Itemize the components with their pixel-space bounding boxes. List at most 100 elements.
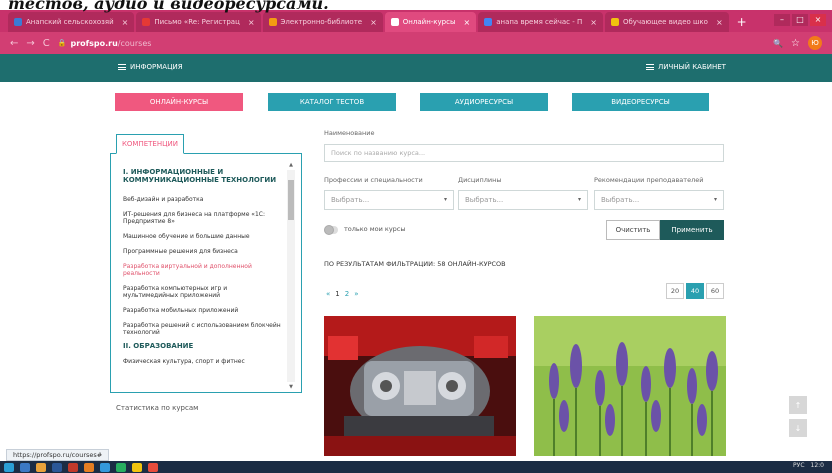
- taskbar-app-icon[interactable]: [36, 462, 46, 472]
- language-indicator[interactable]: РУС: [793, 462, 804, 469]
- taskbar-app-icon[interactable]: [116, 462, 126, 472]
- taskbar-app-icon[interactable]: [84, 462, 94, 472]
- url-domain: profspo.ru: [70, 38, 118, 48]
- tab-favicon-icon: [268, 18, 277, 26]
- address-actions: 🔍 ☆ Ю: [773, 36, 822, 50]
- taskbar-app-icon[interactable]: [68, 462, 78, 472]
- per-page-selector: 20 40 60: [666, 283, 724, 299]
- tab-label: Анапский сельскохозяй: [26, 18, 114, 26]
- scroll-top-button[interactable]: ↑: [789, 396, 807, 414]
- tab-favicon-icon: [390, 18, 399, 26]
- competency-item[interactable]: Разработка мобильных приложений: [123, 307, 283, 314]
- professions-select[interactable]: Выбрать... ▾: [324, 190, 454, 210]
- competency-item[interactable]: Физическая культура, спорт и фитнес: [123, 358, 283, 365]
- nav-test-catalog[interactable]: КАТАЛОГ ТЕСТОВ: [268, 93, 396, 111]
- tab-close-icon[interactable]: ×: [248, 18, 255, 27]
- page-1[interactable]: 1: [335, 290, 339, 298]
- new-tab-button[interactable]: +: [731, 12, 753, 32]
- forward-button[interactable]: →: [26, 38, 34, 49]
- competency-item[interactable]: Разработка виртуальной и дополненной реа…: [123, 263, 283, 277]
- browser-tab[interactable]: Электронно-библиоте ×: [262, 12, 383, 32]
- tab-label: Обучающее видео шко: [622, 18, 708, 26]
- clock: 12:0: [810, 462, 824, 469]
- competency-item[interactable]: Разработка компьютерных игр и мультимеди…: [123, 285, 283, 299]
- tab-competencies[interactable]: КОМПЕТЕНЦИИ: [116, 134, 184, 154]
- competency-item[interactable]: ИТ-решения для бизнеса на платформе «1С:…: [123, 211, 283, 225]
- tab-label: Онлайн-курсы: [402, 18, 456, 26]
- next-page-button[interactable]: »: [354, 290, 358, 298]
- profile-avatar[interactable]: Ю: [808, 36, 822, 50]
- taskbar-app-icon[interactable]: [148, 462, 158, 472]
- nav-video[interactable]: ВИДЕОРЕСУРСЫ: [572, 93, 709, 111]
- star-icon[interactable]: ☆: [791, 38, 800, 49]
- competency-item[interactable]: Программные решения для бизнеса: [123, 248, 283, 255]
- apply-button[interactable]: Применить: [660, 220, 724, 240]
- nav-audio[interactable]: АУДИОРЕСУРСЫ: [420, 93, 548, 111]
- results-count: ПО РЕЗУЛЬТАТАМ ФИЛЬТРАЦИИ: 58 ОНЛАЙН-КУР…: [324, 260, 506, 268]
- tab-favicon-icon: [484, 18, 493, 26]
- scrollbar-thumb[interactable]: [288, 180, 294, 220]
- professions-label: Профессии и специальности: [324, 176, 423, 184]
- browser-tab[interactable]: Письмо «Re: Регистрац ×: [136, 12, 261, 32]
- disciplines-select-value: Выбрать...: [465, 196, 504, 204]
- tab-close-icon[interactable]: ×: [122, 18, 129, 27]
- chevron-down-icon: ▾: [443, 196, 447, 203]
- recommendations-select-value: Выбрать...: [601, 196, 640, 204]
- tab-close-icon[interactable]: ×: [716, 18, 723, 27]
- close-window-button[interactable]: ×: [810, 14, 826, 26]
- professions-select-value: Выбрать...: [331, 196, 370, 204]
- browser-tab[interactable]: Онлайн-курсы ×: [384, 12, 477, 32]
- competency-item[interactable]: Разработка решений с использованием блок…: [123, 322, 283, 336]
- scroll-down-arrow-icon[interactable]: ▼: [287, 384, 295, 390]
- per-page-40[interactable]: 40: [686, 283, 704, 299]
- url-field[interactable]: 🔒 profspo.ru/courses: [58, 39, 152, 48]
- tab-close-icon[interactable]: ×: [370, 18, 377, 27]
- course-card-image-lavender[interactable]: [534, 316, 726, 456]
- per-page-60[interactable]: 60: [706, 283, 724, 299]
- taskbar-app-icon[interactable]: [52, 462, 62, 472]
- tab-close-icon[interactable]: ×: [464, 18, 471, 27]
- sidebar-scrollbar[interactable]: ▲ ▼: [287, 162, 295, 390]
- competency-item[interactable]: Веб-дизайн и разработка: [123, 196, 283, 203]
- minimize-button[interactable]: –: [774, 14, 790, 26]
- maximize-button[interactable]: □: [792, 14, 808, 26]
- course-card-image-engine[interactable]: [324, 316, 516, 456]
- system-tray: РУС 12:0: [793, 462, 824, 469]
- nav-online-courses[interactable]: ОНЛАЙН-КУРСЫ: [115, 93, 243, 111]
- prev-page-button[interactable]: «: [326, 290, 330, 298]
- browser-tab[interactable]: Анапский сельскохозяй ×: [8, 12, 135, 32]
- disciplines-select[interactable]: Выбрать... ▾: [458, 190, 588, 210]
- recommendations-select[interactable]: Выбрать... ▾: [594, 190, 724, 210]
- back-button[interactable]: ←: [10, 38, 18, 49]
- stats-link[interactable]: Статистика по курсам: [116, 404, 198, 412]
- status-url: https://profspo.ru/courses#: [6, 449, 110, 461]
- clear-button[interactable]: Очистить: [606, 220, 660, 240]
- search-icon[interactable]: 🔍: [773, 39, 783, 48]
- taskbar-app-icon[interactable]: [20, 462, 30, 472]
- scroll-up-arrow-icon[interactable]: ▲: [287, 162, 295, 168]
- scroll-bottom-button[interactable]: ↓: [789, 419, 807, 437]
- hamburger-icon: [646, 64, 654, 70]
- engine-image: [324, 316, 516, 456]
- recommendations-label: Рекомендации преподавателей: [594, 176, 704, 184]
- tab-favicon-icon: [14, 18, 22, 26]
- per-page-20[interactable]: 20: [666, 283, 684, 299]
- start-icon[interactable]: [4, 462, 14, 472]
- address-bar: ← → C 🔒 profspo.ru/courses 🔍 ☆ Ю: [0, 32, 832, 54]
- competency-item[interactable]: Машинное обучение и большие данные: [123, 233, 283, 240]
- page-2[interactable]: 2: [345, 290, 349, 298]
- taskbar-app-icon[interactable]: [132, 462, 142, 472]
- url-path: /courses: [117, 38, 152, 48]
- browser-tab[interactable]: Обучающее видео шко ×: [604, 12, 729, 32]
- info-menu-button[interactable]: ИНФОРМАЦИЯ: [118, 63, 183, 71]
- course-search-input[interactable]: Поиск по названию курса...: [324, 144, 724, 162]
- tab-label: Письмо «Re: Регистрац: [154, 18, 240, 26]
- tab-close-icon[interactable]: ×: [590, 18, 597, 27]
- browser-tab[interactable]: анапа время сейчас - П ×: [478, 12, 603, 32]
- reload-button[interactable]: C: [43, 38, 50, 49]
- taskbar-app-icon[interactable]: [100, 462, 110, 472]
- tab-label: Электронно-библиоте: [280, 18, 363, 26]
- account-menu-button[interactable]: ЛИЧНЫЙ КАБИНЕТ: [646, 63, 726, 71]
- only-my-courses-toggle[interactable]: [324, 225, 338, 235]
- category-heading: II. ОБРАЗОВАНИЕ: [123, 342, 194, 350]
